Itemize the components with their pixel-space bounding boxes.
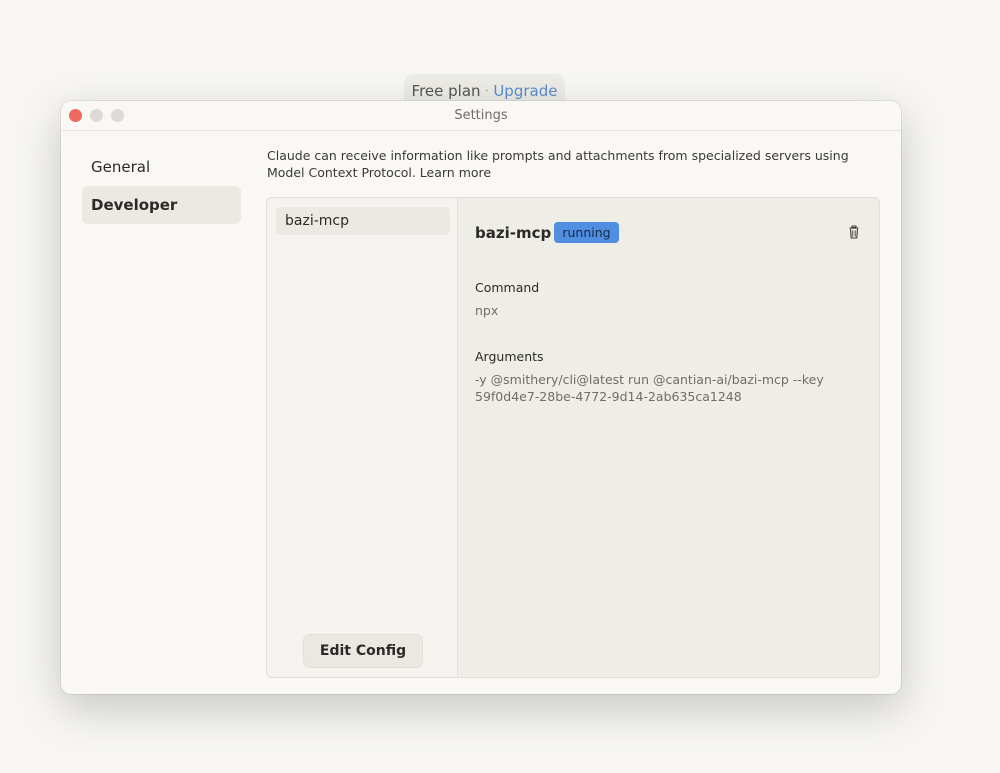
mcp-servers-panel: bazi-mcp Edit Config bazi-mcp running Co… [266,197,880,678]
window-title: Settings [454,108,508,123]
sidebar-item-developer[interactable]: Developer [82,186,241,224]
arguments-line-2: 59f0d4e7-28be-4772-9d14-2ab635ca1248 [475,388,742,404]
intro-text: Claude can receive information like prom… [267,148,849,180]
settings-window: Settings General Developer Claude can re… [61,101,901,694]
learn-more-link[interactable]: Learn more [420,165,491,180]
developer-intro: Claude can receive information like prom… [267,148,887,181]
trash-icon[interactable] [847,225,861,239]
command-value: npx [475,303,499,318]
server-name: bazi-mcp [475,224,552,242]
server-detail: bazi-mcp running Command npx Arguments -… [458,198,879,677]
server-list: bazi-mcp Edit Config [267,198,458,677]
arguments-line-1: -y @smithery/cli@latest run @cantian-ai/… [475,372,824,387]
server-item-bazi-mcp[interactable]: bazi-mcp [276,207,450,235]
sidebar-item-general[interactable]: General [82,148,241,186]
title-bar: Settings [61,101,901,131]
edit-config-button[interactable]: Edit Config [303,634,423,668]
command-label: Command [475,280,540,295]
status-badge: running [554,222,619,243]
plan-label: Free plan [411,82,481,100]
arguments-label: Arguments [475,349,544,364]
arguments-value: -y @smithery/cli@latest run @cantian-ai/… [475,372,870,405]
upgrade-link[interactable]: Upgrade [493,82,557,100]
plan-separator: · [484,82,490,100]
